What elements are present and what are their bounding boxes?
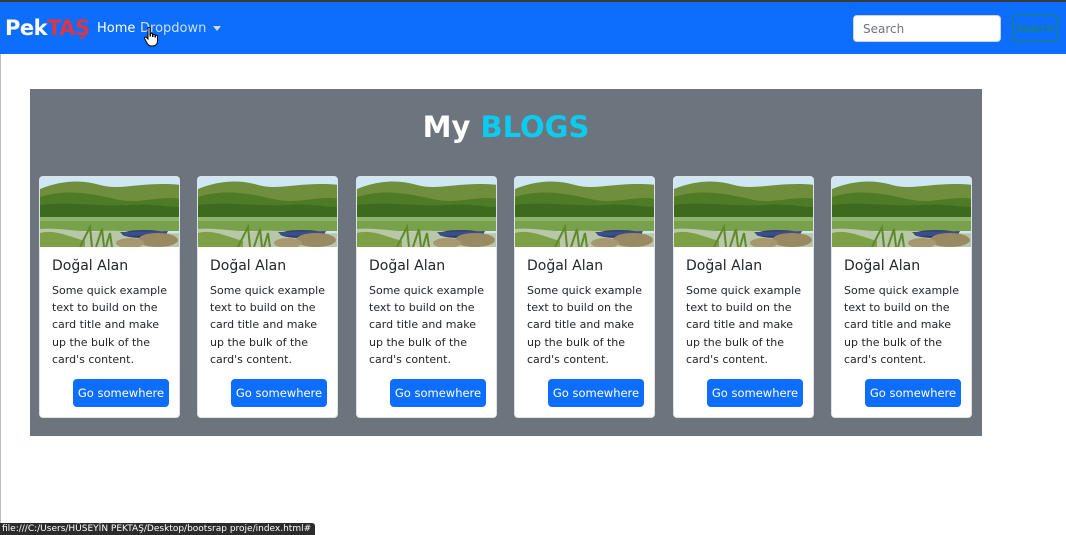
hand-pointer-cursor-icon xyxy=(144,27,158,47)
caret-down-icon xyxy=(213,26,222,31)
card-title: Doğal Alan xyxy=(210,258,287,274)
card-text: Some quick example text to build on the … xyxy=(369,284,484,366)
card-title: Doğal Alan xyxy=(686,258,763,274)
blog-card: Doğal Alan Some quick example text to bu… xyxy=(673,176,814,418)
card-title: Doğal Alan xyxy=(369,258,446,274)
brand-text-part1: Pek xyxy=(5,16,48,40)
blog-card: Doğal Alan Some quick example text to bu… xyxy=(356,176,497,418)
brand-logo[interactable]: PekTAŞ xyxy=(5,15,90,41)
card-title: Doğal Alan xyxy=(52,258,129,274)
card-title: Doğal Alan xyxy=(844,258,921,274)
navbar: PekTAŞ Home Dropdown Search xyxy=(0,2,1066,54)
lake-landscape-image xyxy=(198,177,337,247)
blogs-heading: My BLOGS xyxy=(30,109,982,145)
card-text: Some quick example text to build on the … xyxy=(844,284,959,366)
go-somewhere-button[interactable]: Go somewhere xyxy=(73,379,169,407)
card-text: Some quick example text to build on the … xyxy=(210,284,325,366)
lake-landscape-image xyxy=(832,177,971,247)
heading-part1: My xyxy=(422,110,471,145)
go-somewhere-button[interactable]: Go somewhere xyxy=(390,379,486,407)
search-input[interactable] xyxy=(853,15,1001,42)
card-text: Some quick example text to build on the … xyxy=(686,284,801,366)
status-bar-url: file:///C:/Users/HÜSEYİN PEKTAŞ/Desktop/… xyxy=(0,523,316,535)
card-title: Doğal Alan xyxy=(527,258,604,274)
card-text: Some quick example text to build on the … xyxy=(52,284,167,366)
lake-landscape-image xyxy=(515,177,654,247)
heading-part2: BLOGS xyxy=(480,110,590,145)
blogs-section: My BLOGS Doğal Alan Some quick example t… xyxy=(30,89,982,436)
lake-landscape-image xyxy=(40,177,179,247)
nav-link-home[interactable]: Home xyxy=(97,21,135,36)
lake-landscape-image xyxy=(674,177,813,247)
go-somewhere-button[interactable]: Go somewhere xyxy=(865,379,961,407)
brand-text-part2: TAŞ xyxy=(47,16,90,40)
search-button[interactable]: Search xyxy=(1012,15,1058,42)
go-somewhere-button[interactable]: Go somewhere xyxy=(707,379,803,407)
blog-card: Doğal Alan Some quick example text to bu… xyxy=(197,176,338,418)
lake-landscape-image xyxy=(357,177,496,247)
card-text: Some quick example text to build on the … xyxy=(527,284,642,366)
go-somewhere-button[interactable]: Go somewhere xyxy=(548,379,644,407)
blog-card: Doğal Alan Some quick example text to bu… xyxy=(831,176,972,418)
viewport-left-border xyxy=(0,54,1,535)
blog-card: Doğal Alan Some quick example text to bu… xyxy=(39,176,180,418)
go-somewhere-button[interactable]: Go somewhere xyxy=(231,379,327,407)
blog-card: Doğal Alan Some quick example text to bu… xyxy=(514,176,655,418)
